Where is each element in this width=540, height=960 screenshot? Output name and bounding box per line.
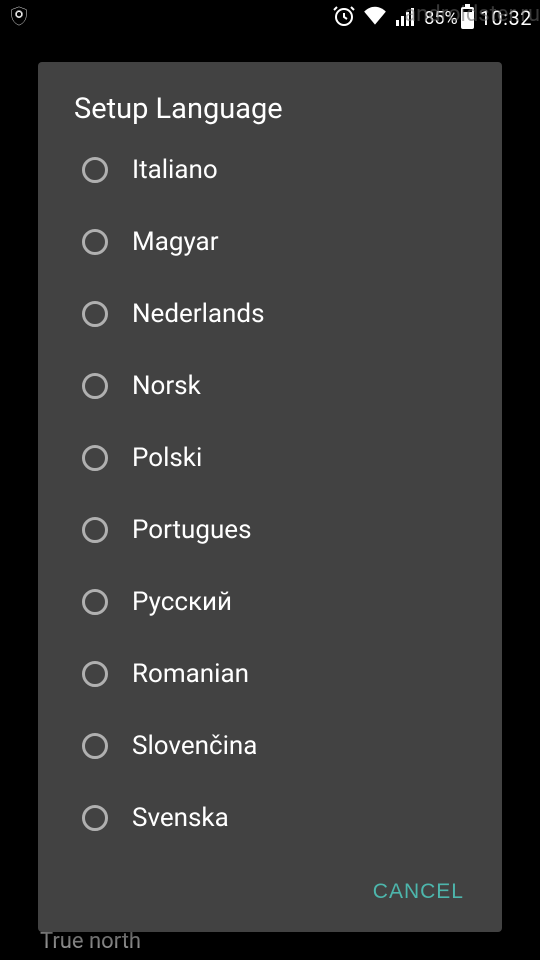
option-magyar[interactable]: Magyar	[38, 206, 502, 278]
status-bar: 85% 10:32	[0, 0, 540, 36]
radio-icon	[82, 589, 108, 615]
radio-icon	[82, 445, 108, 471]
radio-icon	[82, 301, 108, 327]
wifi-icon	[362, 3, 388, 34]
battery-percent: 85%	[424, 8, 457, 29]
cancel-button[interactable]: CANCEL	[359, 870, 478, 914]
battery-indicator: 85%	[424, 7, 473, 29]
language-dialog: Setup Language Italiano Magyar Nederland…	[38, 62, 502, 932]
option-label: Polski	[132, 443, 202, 473]
option-nederlands[interactable]: Nederlands	[38, 278, 502, 350]
radio-icon	[82, 157, 108, 183]
option-italiano[interactable]: Italiano	[38, 134, 502, 206]
dialog-title: Setup Language	[38, 62, 502, 134]
option-svenska[interactable]: Svenska	[38, 782, 502, 854]
radio-icon	[82, 805, 108, 831]
background-setting-label: True north	[40, 929, 141, 954]
option-label: Svenska	[132, 803, 229, 833]
language-options: Italiano Magyar Nederlands Norsk Polski …	[38, 134, 502, 858]
option-slovencina[interactable]: Slovenčina	[38, 710, 502, 782]
option-label: Portugues	[132, 515, 252, 545]
battery-icon	[461, 7, 474, 29]
option-label: Русский	[132, 587, 232, 617]
option-romanian[interactable]: Romanian	[38, 638, 502, 710]
option-norsk[interactable]: Norsk	[38, 350, 502, 422]
dialog-actions: CANCEL	[38, 858, 502, 932]
clock: 10:32	[480, 6, 532, 30]
option-polski[interactable]: Polski	[38, 422, 502, 494]
radio-icon	[82, 733, 108, 759]
shield-icon	[8, 5, 30, 32]
radio-icon	[82, 517, 108, 543]
option-label: Romanian	[132, 659, 249, 689]
option-label: Norsk	[132, 371, 201, 401]
alarm-icon	[332, 4, 356, 33]
option-label: Slovenčina	[132, 731, 257, 761]
option-label: Italiano	[132, 155, 218, 185]
radio-icon	[82, 661, 108, 687]
radio-icon	[82, 373, 108, 399]
option-label: Nederlands	[132, 299, 265, 329]
signal-icon	[394, 4, 418, 33]
option-label: Magyar	[132, 227, 219, 257]
status-left	[8, 5, 30, 32]
radio-icon	[82, 229, 108, 255]
status-right: 85% 10:32	[332, 3, 532, 34]
option-portugues[interactable]: Portugues	[38, 494, 502, 566]
option-russian[interactable]: Русский	[38, 566, 502, 638]
